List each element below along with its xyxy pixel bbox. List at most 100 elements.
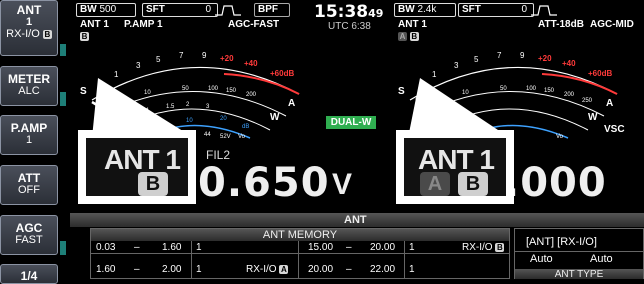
row1-ant: 1 xyxy=(196,242,202,253)
meter-po-150: 150 xyxy=(226,88,237,94)
ant-screen-header: ANT xyxy=(70,213,644,227)
bpf-indicator: BPF xyxy=(254,3,290,17)
meter-vd-44: 44 xyxy=(204,132,211,138)
ant-type-button[interactable]: ANT TYPE xyxy=(515,269,643,280)
meter-db: dB xyxy=(242,124,249,130)
ant-key-rxio: RX-I/O xyxy=(6,28,40,40)
pamp-key-value: 1 xyxy=(25,134,33,146)
dual-watch-badge: DUAL-W xyxy=(326,116,376,129)
ant-screen-title: ANT xyxy=(344,214,367,226)
panel-divider xyxy=(515,251,643,252)
ant-key[interactable]: ANT 1 RX-I/O B xyxy=(0,0,58,56)
meter-key-title: METER xyxy=(8,72,50,86)
row1-from2: 15.00 xyxy=(308,242,334,253)
att-key-value: OFF xyxy=(18,184,40,196)
sub-meter-po-250: 250 xyxy=(582,98,593,104)
row1-rx2-badge: B xyxy=(495,242,505,252)
sub-frequency[interactable]: .000 xyxy=(504,160,607,206)
utc-zone: UTC xyxy=(328,21,349,32)
sub-meter-a-label: A xyxy=(606,98,613,109)
callout-right-badge-a: A xyxy=(420,172,450,196)
meter-plus40: +40 xyxy=(244,59,258,68)
meter-a-label: A xyxy=(288,98,295,109)
sub-meter-s-7: 7 xyxy=(497,51,502,60)
sub-meter-po-150: 150 xyxy=(544,88,555,94)
row2-from2: 20.00 xyxy=(308,264,334,275)
clock-seconds: 49 xyxy=(368,7,384,20)
row2-from: 1.60 xyxy=(96,264,116,275)
sub-meter-s-3: 3 xyxy=(454,61,459,70)
sub-filter-shape-icon xyxy=(531,5,557,16)
row2-ant: 1 xyxy=(196,264,202,275)
row2-rx-badge: A xyxy=(279,264,289,274)
sft-indicator: SFT 0 xyxy=(142,3,218,17)
meter-key-value: ALC xyxy=(18,85,40,97)
rxio-auto-value[interactable]: Auto xyxy=(590,253,613,265)
meter-swr-3: 3 xyxy=(206,104,210,110)
sub-meter-po-100: 100 xyxy=(526,86,537,92)
ant-memory-header: ANT MEMORY xyxy=(91,229,509,241)
row2-ant2: 1 xyxy=(409,264,415,275)
filter-shape-icon xyxy=(215,5,241,16)
callout-left: ANT 1 B xyxy=(78,130,196,204)
ant-auto-value[interactable]: Auto xyxy=(530,253,553,265)
table-col-divider xyxy=(404,241,405,279)
bw-value: 500 xyxy=(99,4,117,15)
sub-sft-label: SFT xyxy=(462,4,481,15)
sub-meter-plus20: +20 xyxy=(538,54,552,63)
meter-key-indicator xyxy=(60,92,66,106)
meter-s-3: 3 xyxy=(136,61,141,70)
sub-meter-po-200: 200 xyxy=(564,92,575,98)
callout-left-badge: B xyxy=(138,172,168,196)
att-key[interactable]: ATT OFF xyxy=(0,165,58,205)
agc-key-title: AGC xyxy=(15,221,43,235)
sft-value: 0 xyxy=(205,4,211,15)
sub-bw-value: 2.4k xyxy=(417,4,437,15)
sub-meter-s-5: 5 xyxy=(474,55,479,64)
freq-fragment: V xyxy=(332,168,353,201)
meter-s-9: 9 xyxy=(202,51,207,60)
meter-vd-label: Vo xyxy=(238,134,246,140)
bpf-label: BPF xyxy=(258,4,278,15)
ant-key-title: ANT xyxy=(16,3,42,17)
meter-key[interactable]: METER ALC xyxy=(0,66,58,106)
agc-key[interactable]: AGC FAST xyxy=(0,215,58,255)
row1-dash: – xyxy=(134,242,140,253)
table-col-divider xyxy=(191,241,192,279)
pamp-key[interactable]: P.AMP 1 xyxy=(0,115,58,155)
meter-plus20: +20 xyxy=(220,54,234,63)
sub-sft-value: 0 xyxy=(521,4,527,15)
meter-w-label: W xyxy=(270,112,280,123)
meter-alc-20: 20 xyxy=(220,116,227,122)
table-col-divider xyxy=(298,241,299,279)
agc-key-indicator xyxy=(60,241,66,255)
sub-bw-indicator: BW 2.4k xyxy=(394,3,456,17)
callout-right: ANT 1 A B xyxy=(396,130,514,204)
sft-label: SFT xyxy=(146,4,165,15)
ant-key-badge: B xyxy=(42,29,52,39)
utc-time: 6:38 xyxy=(351,21,371,32)
sub-meter-s-9: 9 xyxy=(520,51,525,60)
row1-ant2: 1 xyxy=(409,242,415,253)
row2-rx: RX-I/O xyxy=(246,264,277,275)
meter-plus60: +60dB xyxy=(270,69,294,78)
main-frequency[interactable]: 0.650 xyxy=(198,160,330,206)
ant-key-number: 1 xyxy=(25,16,33,28)
row1-to2: 20.00 xyxy=(370,242,396,253)
meter-s-7: 7 xyxy=(179,51,184,60)
sub-meter-plus40: +40 xyxy=(562,59,576,68)
sub-meter-vsc-label: VSC xyxy=(604,124,625,135)
bw-indicator: BW 500 xyxy=(76,3,136,17)
page-key[interactable]: 1/4 xyxy=(0,264,58,284)
row2-to2: 22.00 xyxy=(370,264,396,275)
meter-vd-52: 52V xyxy=(220,134,231,140)
meter-po-200: 200 xyxy=(246,92,257,98)
row1-from: 0.03 xyxy=(96,242,116,253)
meter-s-5: 5 xyxy=(156,55,161,64)
table-divider xyxy=(91,253,509,254)
sub-bw-label: BW xyxy=(398,4,415,15)
row1-to: 1.60 xyxy=(162,242,182,253)
pamp-key-title: P.AMP xyxy=(10,121,48,135)
bw-label: BW xyxy=(80,4,97,15)
row2-to: 2.00 xyxy=(162,264,182,275)
